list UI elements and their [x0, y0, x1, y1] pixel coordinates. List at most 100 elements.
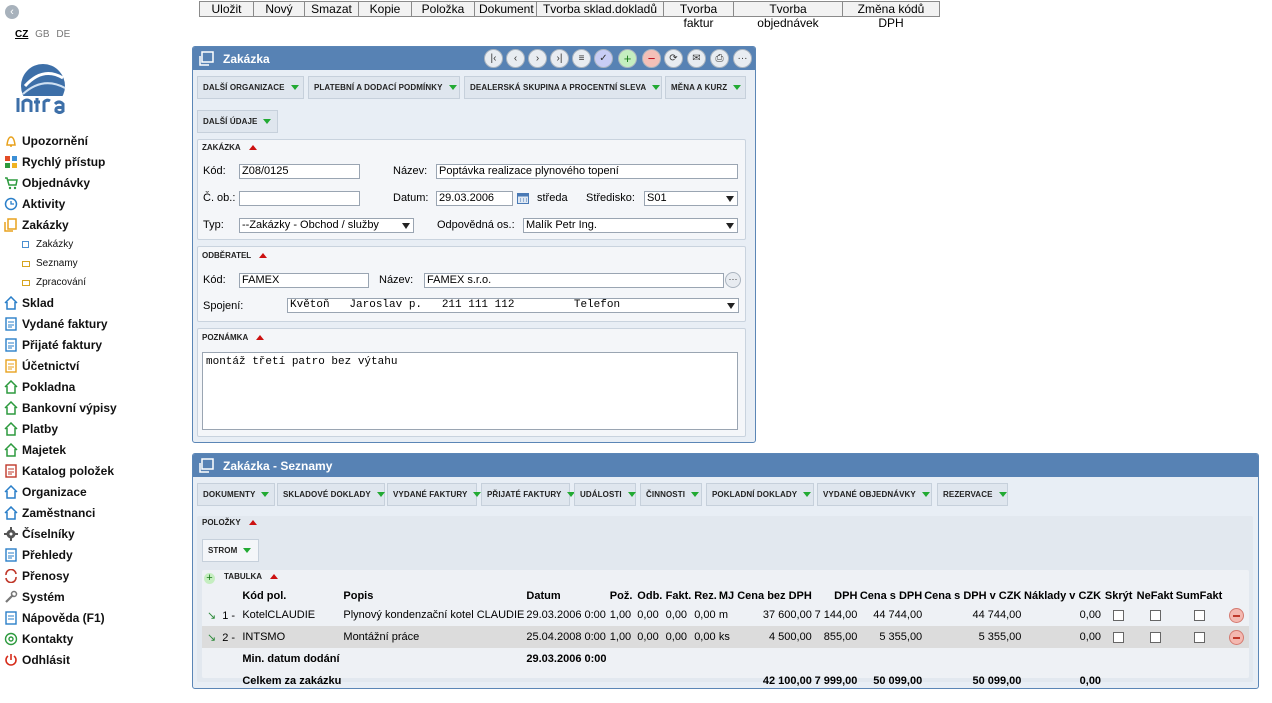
sidebar-subitem[interactable]: Seznamy — [0, 254, 190, 273]
tab-tree[interactable]: STROM — [202, 539, 259, 562]
order-section-title[interactable]: ZAKÁZKA — [202, 143, 257, 152]
sidebar-item-cashbox[interactable]: Pokladna — [0, 376, 190, 397]
hide-checkbox[interactable] — [1113, 609, 1125, 621]
row-arrow-icon[interactable]: ↘ — [207, 610, 216, 622]
sidebar-item-wrench[interactable]: Systém — [0, 586, 190, 607]
col-hide[interactable]: Skrýt — [1102, 587, 1135, 604]
sidebar-item-catalog[interactable]: Katalog položek — [0, 460, 190, 481]
create-stock-docs-button[interactable]: Tvorba sklad.dokladů — [536, 1, 664, 17]
item-button[interactable]: Položka — [411, 1, 475, 17]
sidebar-item-invoice-out[interactable]: Vydané faktury — [0, 313, 190, 334]
no-invoice-checkbox[interactable] — [1149, 631, 1161, 643]
row-arrow-icon[interactable]: ↘ — [207, 632, 216, 644]
copy-button[interactable]: Kopie — [358, 1, 412, 17]
print-icon[interactable]: ⎙ — [710, 49, 729, 68]
tab-issued-invoices[interactable]: VYDANÉ FAKTURY — [387, 483, 482, 506]
sidebar-item-bell[interactable]: Upozornění — [0, 130, 190, 151]
col-price-czk[interactable]: Cena s DPH v CZK — [923, 587, 1022, 604]
sidebar-item-gear[interactable]: Číselníky — [0, 523, 190, 544]
add-row-icon[interactable]: + — [204, 573, 215, 584]
tab-dealer-group[interactable]: DEALERSKÁ SKUPINA A PROCENTNÍ SLEVA — [464, 76, 662, 99]
note-textarea[interactable]: montáž třetí patro bez výtahu — [202, 352, 738, 430]
tab-reservations[interactable]: REZERVACE — [937, 483, 1008, 506]
tab-received-invoices[interactable]: PŘIJATÉ FAKTURY — [481, 483, 576, 506]
tab-other-organizations[interactable]: DALŠÍ ORGANIZACE — [197, 76, 304, 99]
sidebar-item-ledger[interactable]: Účetnictví — [0, 355, 190, 376]
refresh-icon[interactable]: ⟳ — [664, 49, 683, 68]
date-field[interactable]: 29.03.2006 — [436, 191, 513, 206]
responsible-select[interactable]: Malík Petr Ing. — [523, 218, 738, 233]
sidebar-item-clock[interactable]: Aktivity — [0, 193, 190, 214]
new-button[interactable]: Nový — [253, 1, 305, 17]
tab-stock-docs[interactable]: SKLADOVÉ DOKLADY — [277, 483, 385, 506]
lang-cz[interactable]: CZ — [15, 29, 28, 40]
tab-more-info[interactable]: DALŠÍ ÚDAJE — [197, 110, 278, 133]
tab-payment-terms[interactable]: PLATEBNÍ A DODACÍ PODMÍNKY — [308, 76, 460, 99]
delete-button[interactable]: Smazat — [304, 1, 359, 17]
tab-cash-docs[interactable]: POKLADNÍ DOKLADY — [706, 483, 814, 506]
delete-row-icon[interactable] — [1228, 629, 1244, 645]
col-date[interactable]: Datum — [525, 587, 608, 604]
sidebar-item-invoice-in[interactable]: Přijaté faktury — [0, 334, 190, 355]
col-required[interactable]: Pož. — [609, 587, 637, 604]
prev-record-icon[interactable]: ‹ — [506, 49, 525, 68]
tab-activities[interactable]: ČINNOSTI — [640, 483, 702, 506]
sidebar-item-overview[interactable]: Přehledy — [0, 544, 190, 565]
customer-name-field[interactable]: FAMEX s.r.o. — [424, 273, 724, 288]
contact-select[interactable]: Květoň Jaroslav p. 211 111 112 Telefon — [287, 298, 739, 313]
table-row[interactable]: ↘ 2 - INTSMO Montážní práce 25.04.2008 0:00 1… — [202, 626, 1249, 648]
sidebar-item-employees[interactable]: Zaměstnanci — [0, 502, 190, 523]
create-invoices-button[interactable]: Tvorba faktur — [663, 1, 734, 30]
col-no-invoice[interactable]: NeFakt — [1135, 587, 1175, 604]
name-field[interactable]: Poptávka realizace plynového topení — [436, 164, 738, 179]
lang-gb[interactable]: GB — [35, 29, 49, 40]
sidebar-item-organization[interactable]: Organizace — [0, 481, 190, 502]
customer-section-title[interactable]: ODBĚRATEL — [202, 251, 268, 260]
hide-checkbox[interactable] — [1113, 631, 1125, 643]
sidebar-subitem[interactable]: Zpracování — [0, 273, 190, 292]
sidebar-item-property[interactable]: Majetek — [0, 439, 190, 460]
next-record-icon[interactable]: › — [528, 49, 547, 68]
mail-icon[interactable]: ✉ — [687, 49, 706, 68]
col-price-gross[interactable]: Cena s DPH — [858, 587, 923, 604]
sidebar-item-documents[interactable]: Zakázky — [0, 214, 190, 235]
order-number-field[interactable] — [239, 191, 360, 206]
col-vat[interactable]: DPH — [813, 587, 859, 604]
document-button[interactable]: Dokument — [474, 1, 537, 17]
tab-issued-orders[interactable]: VYDANÉ OBJEDNÁVKY — [817, 483, 932, 506]
sidebar-item-power[interactable]: Odhlásit — [0, 649, 190, 670]
col-price-net[interactable]: Cena bez DPH — [736, 587, 813, 604]
add-icon[interactable]: + — [618, 49, 637, 68]
sidebar-item-warehouse[interactable]: Sklad — [0, 292, 190, 313]
sidebar-item-tiles[interactable]: Rychlý přístup — [0, 151, 190, 172]
save-button[interactable]: Uložit — [199, 1, 254, 17]
col-unit[interactable]: MJ — [718, 587, 736, 604]
col-delivered[interactable]: Odb. — [636, 587, 664, 604]
customer-code-field[interactable]: FAMEX — [239, 273, 369, 288]
more-icon[interactable]: ··· — [733, 49, 752, 68]
last-record-icon[interactable]: ›| — [550, 49, 569, 68]
delete-row-icon[interactable] — [1228, 607, 1244, 623]
col-description[interactable]: Popis — [342, 587, 525, 604]
code-field[interactable]: Z08/0125 — [239, 164, 360, 179]
sidebar-item-at[interactable]: Kontakty — [0, 628, 190, 649]
col-invoiced[interactable]: Fakt. — [665, 587, 694, 604]
sidebar-item-help[interactable]: Nápověda (F1) — [0, 607, 190, 628]
tab-events[interactable]: UDÁLOSTI — [574, 483, 636, 506]
change-vat-codes-button[interactable]: Změna kódů DPH — [842, 1, 940, 30]
table-section-title[interactable]: TABULKA — [224, 572, 279, 581]
table-row[interactable]: ↘ 1 - KotelCLAUDIE Plynový kondenzační kote… — [202, 604, 1249, 626]
items-section-title[interactable]: POLOŽKY — [202, 518, 257, 527]
sum-invoice-checkbox[interactable] — [1193, 609, 1205, 621]
col-sum-invoice[interactable]: SumFakt — [1175, 587, 1223, 604]
create-orders-button[interactable]: Tvorba objednávek — [733, 1, 843, 30]
list-icon[interactable]: ≡ — [572, 49, 591, 68]
collapse-sidebar-button[interactable]: ‹ — [5, 5, 19, 19]
center-select[interactable]: S01 — [644, 191, 738, 206]
customer-lookup-icon[interactable]: ··· — [725, 272, 741, 288]
sidebar-subitem[interactable]: Zakázky — [0, 235, 190, 254]
sidebar-item-cart[interactable]: Objednávky — [0, 172, 190, 193]
lang-de[interactable]: DE — [56, 29, 70, 40]
calendar-icon[interactable] — [517, 192, 529, 204]
tab-currency[interactable]: MĚNA A KURZ — [665, 76, 746, 99]
